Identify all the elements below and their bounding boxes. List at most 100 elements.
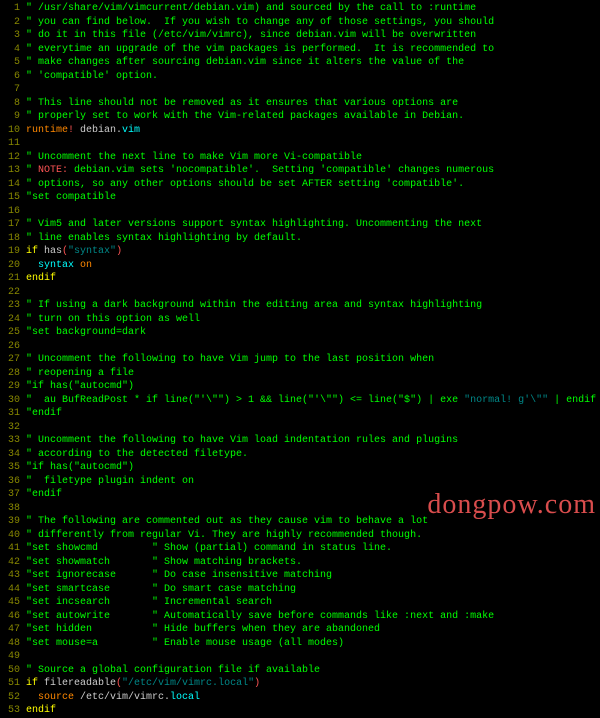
code-line[interactable]: 24" turn on this option as well [2,313,598,327]
line-number: 26 [2,340,26,354]
line-number: 23 [2,299,26,313]
code-line[interactable]: 15"set compatible [2,191,598,205]
code-line[interactable]: 36" filetype plugin indent on [2,475,598,489]
line-content: if filereadable("/etc/vim/vimrc.local") [26,677,598,691]
line-number: 44 [2,583,26,597]
code-line[interactable]: 53endif [2,704,598,718]
code-line[interactable]: 37"endif [2,488,598,502]
line-content: " /usr/share/vim/vimcurrent/debian.vim) … [26,2,598,16]
line-number: 28 [2,367,26,381]
code-line[interactable]: 35"if has("autocmd") [2,461,598,475]
line-number: 20 [2,259,26,273]
line-content [26,286,598,300]
code-line[interactable]: 38 [2,502,598,516]
line-number: 1 [2,2,26,16]
code-line[interactable]: 28" reopening a file [2,367,598,381]
line-content: endif [26,704,598,718]
code-line[interactable]: 11 [2,137,598,151]
code-line[interactable]: 2" you can find below. If you wish to ch… [2,16,598,30]
line-number: 53 [2,704,26,718]
line-number: 25 [2,326,26,340]
code-line[interactable]: 42"set showmatch " Show matching bracket… [2,556,598,570]
code-line[interactable]: 50" Source a global configuration file i… [2,664,598,678]
code-line[interactable]: 46"set autowrite " Automatically save be… [2,610,598,624]
line-content: "set autowrite " Automatically save befo… [26,610,598,624]
line-content [26,421,598,435]
line-number: 52 [2,691,26,705]
line-content: " filetype plugin indent on [26,475,598,489]
code-line[interactable]: 18" line enables syntax highlighting by … [2,232,598,246]
line-number: 8 [2,97,26,111]
code-line[interactable]: 39" The following are commented out as t… [2,515,598,529]
vim-editor[interactable]: 1" /usr/share/vim/vimcurrent/debian.vim)… [2,2,598,718]
code-line[interactable]: 29"if has("autocmd") [2,380,598,394]
code-line[interactable]: 48"set mouse=a " Enable mouse usage (all… [2,637,598,651]
code-line[interactable]: 19if has("syntax") [2,245,598,259]
line-number: 32 [2,421,26,435]
code-line[interactable]: 25"set background=dark [2,326,598,340]
code-line[interactable]: 44"set smartcase " Do smart case matchin… [2,583,598,597]
line-number: 19 [2,245,26,259]
line-number: 38 [2,502,26,516]
line-content: "set incsearch " Incremental search [26,596,598,610]
line-number: 34 [2,448,26,462]
line-content: " properly set to work with the Vim-rela… [26,110,598,124]
line-content: " 'compatible' option. [26,70,598,84]
line-number: 17 [2,218,26,232]
code-line[interactable]: 17" Vim5 and later versions support synt… [2,218,598,232]
code-line[interactable]: 16 [2,205,598,219]
code-line[interactable]: 31"endif [2,407,598,421]
code-line[interactable]: 22 [2,286,598,300]
line-content [26,137,598,151]
code-line[interactable]: 1" /usr/share/vim/vimcurrent/debian.vim)… [2,2,598,16]
code-line[interactable]: 32 [2,421,598,435]
line-number: 3 [2,29,26,43]
code-line[interactable]: 40" differently from regular Vi. They ar… [2,529,598,543]
code-line[interactable]: 27" Uncomment the following to have Vim … [2,353,598,367]
line-number: 33 [2,434,26,448]
code-line[interactable]: 9" properly set to work with the Vim-rel… [2,110,598,124]
code-line[interactable]: 3" do it in this file (/etc/vim/vimrc), … [2,29,598,43]
code-line[interactable]: 34" according to the detected filetype. [2,448,598,462]
code-line[interactable]: 20 syntax on [2,259,598,273]
code-line[interactable]: 49 [2,650,598,664]
code-line[interactable]: 52 source /etc/vim/vimrc.local [2,691,598,705]
line-content: " do it in this file (/etc/vim/vimrc), s… [26,29,598,43]
line-number: 40 [2,529,26,543]
line-content: "set showcmd " Show (partial) command in… [26,542,598,556]
line-number: 10 [2,124,26,138]
code-line[interactable]: 43"set ignorecase " Do case insensitive … [2,569,598,583]
code-line[interactable]: 51if filereadable("/etc/vim/vimrc.local"… [2,677,598,691]
code-line[interactable]: 41"set showcmd " Show (partial) command … [2,542,598,556]
line-content: syntax on [26,259,598,273]
line-content: " make changes after sourcing debian.vim… [26,56,598,70]
code-line[interactable]: 4" everytime an upgrade of the vim packa… [2,43,598,57]
code-line[interactable]: 21endif [2,272,598,286]
code-line[interactable]: 30" au BufReadPost * if line("'\"") > 1 … [2,394,598,408]
code-line[interactable]: 26 [2,340,598,354]
line-number: 11 [2,137,26,151]
line-number: 29 [2,380,26,394]
line-content: "if has("autocmd") [26,461,598,475]
code-line[interactable]: 45"set incsearch " Incremental search [2,596,598,610]
code-line[interactable]: 23" If using a dark background within th… [2,299,598,313]
line-number: 21 [2,272,26,286]
code-line[interactable]: 13" NOTE: debian.vim sets 'nocompatible'… [2,164,598,178]
line-number: 15 [2,191,26,205]
code-line[interactable]: 47"set hidden " Hide buffers when they a… [2,623,598,637]
code-line[interactable]: 12" Uncomment the next line to make Vim … [2,151,598,165]
line-content: " differently from regular Vi. They are … [26,529,598,543]
code-line[interactable]: 6" 'compatible' option. [2,70,598,84]
line-number: 46 [2,610,26,624]
code-line[interactable]: 10runtime! debian.vim [2,124,598,138]
code-line[interactable]: 33" Uncomment the following to have Vim … [2,434,598,448]
line-content: " Uncomment the following to have Vim ju… [26,353,598,367]
line-content: "set mouse=a " Enable mouse usage (all m… [26,637,598,651]
code-line[interactable]: 8" This line should not be removed as it… [2,97,598,111]
code-line[interactable]: 14" options, so any other options should… [2,178,598,192]
code-line[interactable]: 5" make changes after sourcing debian.vi… [2,56,598,70]
line-content: "endif [26,488,598,502]
line-number: 30 [2,394,26,408]
line-content [26,83,598,97]
code-line[interactable]: 7 [2,83,598,97]
